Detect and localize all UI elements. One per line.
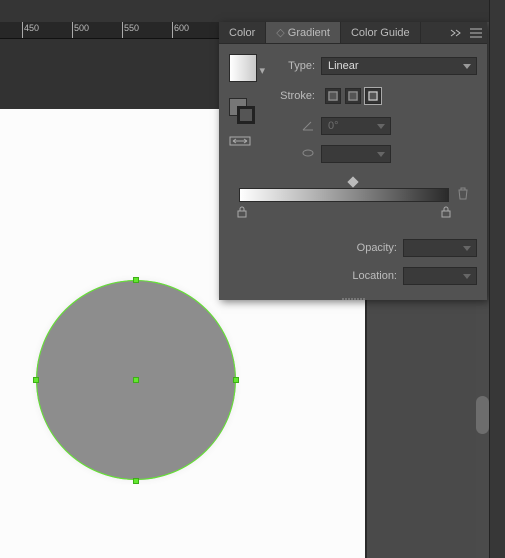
stop-location-input[interactable] bbox=[403, 267, 477, 285]
collapse-icon[interactable] bbox=[449, 26, 463, 40]
dock-icon[interactable] bbox=[492, 232, 504, 244]
dock-icon[interactable] bbox=[492, 258, 504, 270]
dock-icon[interactable] bbox=[492, 284, 504, 296]
fill-stroke-toggle[interactable] bbox=[229, 98, 257, 126]
right-dock bbox=[489, 0, 505, 558]
ruler-label: 550 bbox=[124, 23, 139, 33]
center-point[interactable] bbox=[133, 377, 139, 383]
right-stop-lock-icon[interactable] bbox=[441, 206, 451, 221]
gradient-panel: Color ◇Gradient Color Guide ▾ bbox=[219, 22, 487, 300]
stop-opacity-input[interactable] bbox=[403, 239, 477, 257]
ruler-label: 600 bbox=[174, 23, 189, 33]
anchor-right[interactable] bbox=[233, 377, 239, 383]
stroke-label: Stroke: bbox=[275, 90, 321, 102]
gradient-swatch[interactable]: ▾ bbox=[229, 54, 265, 88]
location-label: Location: bbox=[352, 270, 403, 282]
stroke-gradient-across[interactable] bbox=[365, 88, 381, 104]
reverse-gradient-button[interactable] bbox=[229, 134, 275, 148]
dock-icon[interactable] bbox=[492, 50, 504, 62]
anchor-bottom[interactable] bbox=[133, 478, 139, 484]
dock-icon[interactable] bbox=[492, 206, 504, 218]
ruler-label: 500 bbox=[74, 23, 89, 33]
stroke-gradient-along[interactable] bbox=[345, 88, 361, 104]
dock-icon[interactable] bbox=[492, 154, 504, 166]
gradient-angle-input[interactable]: 0° bbox=[321, 117, 391, 135]
panel-menu-icon[interactable] bbox=[469, 26, 483, 40]
dock-icon[interactable] bbox=[492, 180, 504, 192]
dock-icon[interactable] bbox=[492, 102, 504, 114]
gradient-slider[interactable] bbox=[239, 188, 449, 202]
midpoint-diamond-icon[interactable] bbox=[347, 176, 358, 187]
dock-icon[interactable] bbox=[492, 24, 504, 36]
type-label: Type: bbox=[275, 60, 321, 72]
tab-gradient[interactable]: ◇Gradient bbox=[266, 22, 341, 43]
gradient-aspect-input[interactable] bbox=[321, 145, 391, 163]
angle-icon bbox=[275, 118, 321, 135]
dock-icon[interactable] bbox=[492, 76, 504, 88]
left-stop-lock-icon[interactable] bbox=[237, 206, 247, 221]
vertical-scrollbar-thumb[interactable] bbox=[476, 396, 489, 434]
ruler-label: 450 bbox=[24, 23, 39, 33]
aspect-icon bbox=[275, 146, 321, 163]
delete-stop-icon[interactable] bbox=[457, 187, 469, 204]
opacity-label: Opacity: bbox=[357, 242, 403, 254]
tab-color[interactable]: Color bbox=[219, 22, 266, 43]
panel-resize-grip[interactable] bbox=[333, 296, 373, 302]
anchor-left[interactable] bbox=[33, 377, 39, 383]
dock-icon[interactable] bbox=[492, 128, 504, 140]
stroke-gradient-within[interactable] bbox=[325, 88, 341, 104]
tab-color-guide[interactable]: Color Guide bbox=[341, 22, 421, 43]
anchor-top[interactable] bbox=[133, 277, 139, 283]
gradient-type-select[interactable]: Linear bbox=[321, 57, 477, 75]
swatch-dropdown-icon[interactable]: ▾ bbox=[259, 64, 265, 77]
